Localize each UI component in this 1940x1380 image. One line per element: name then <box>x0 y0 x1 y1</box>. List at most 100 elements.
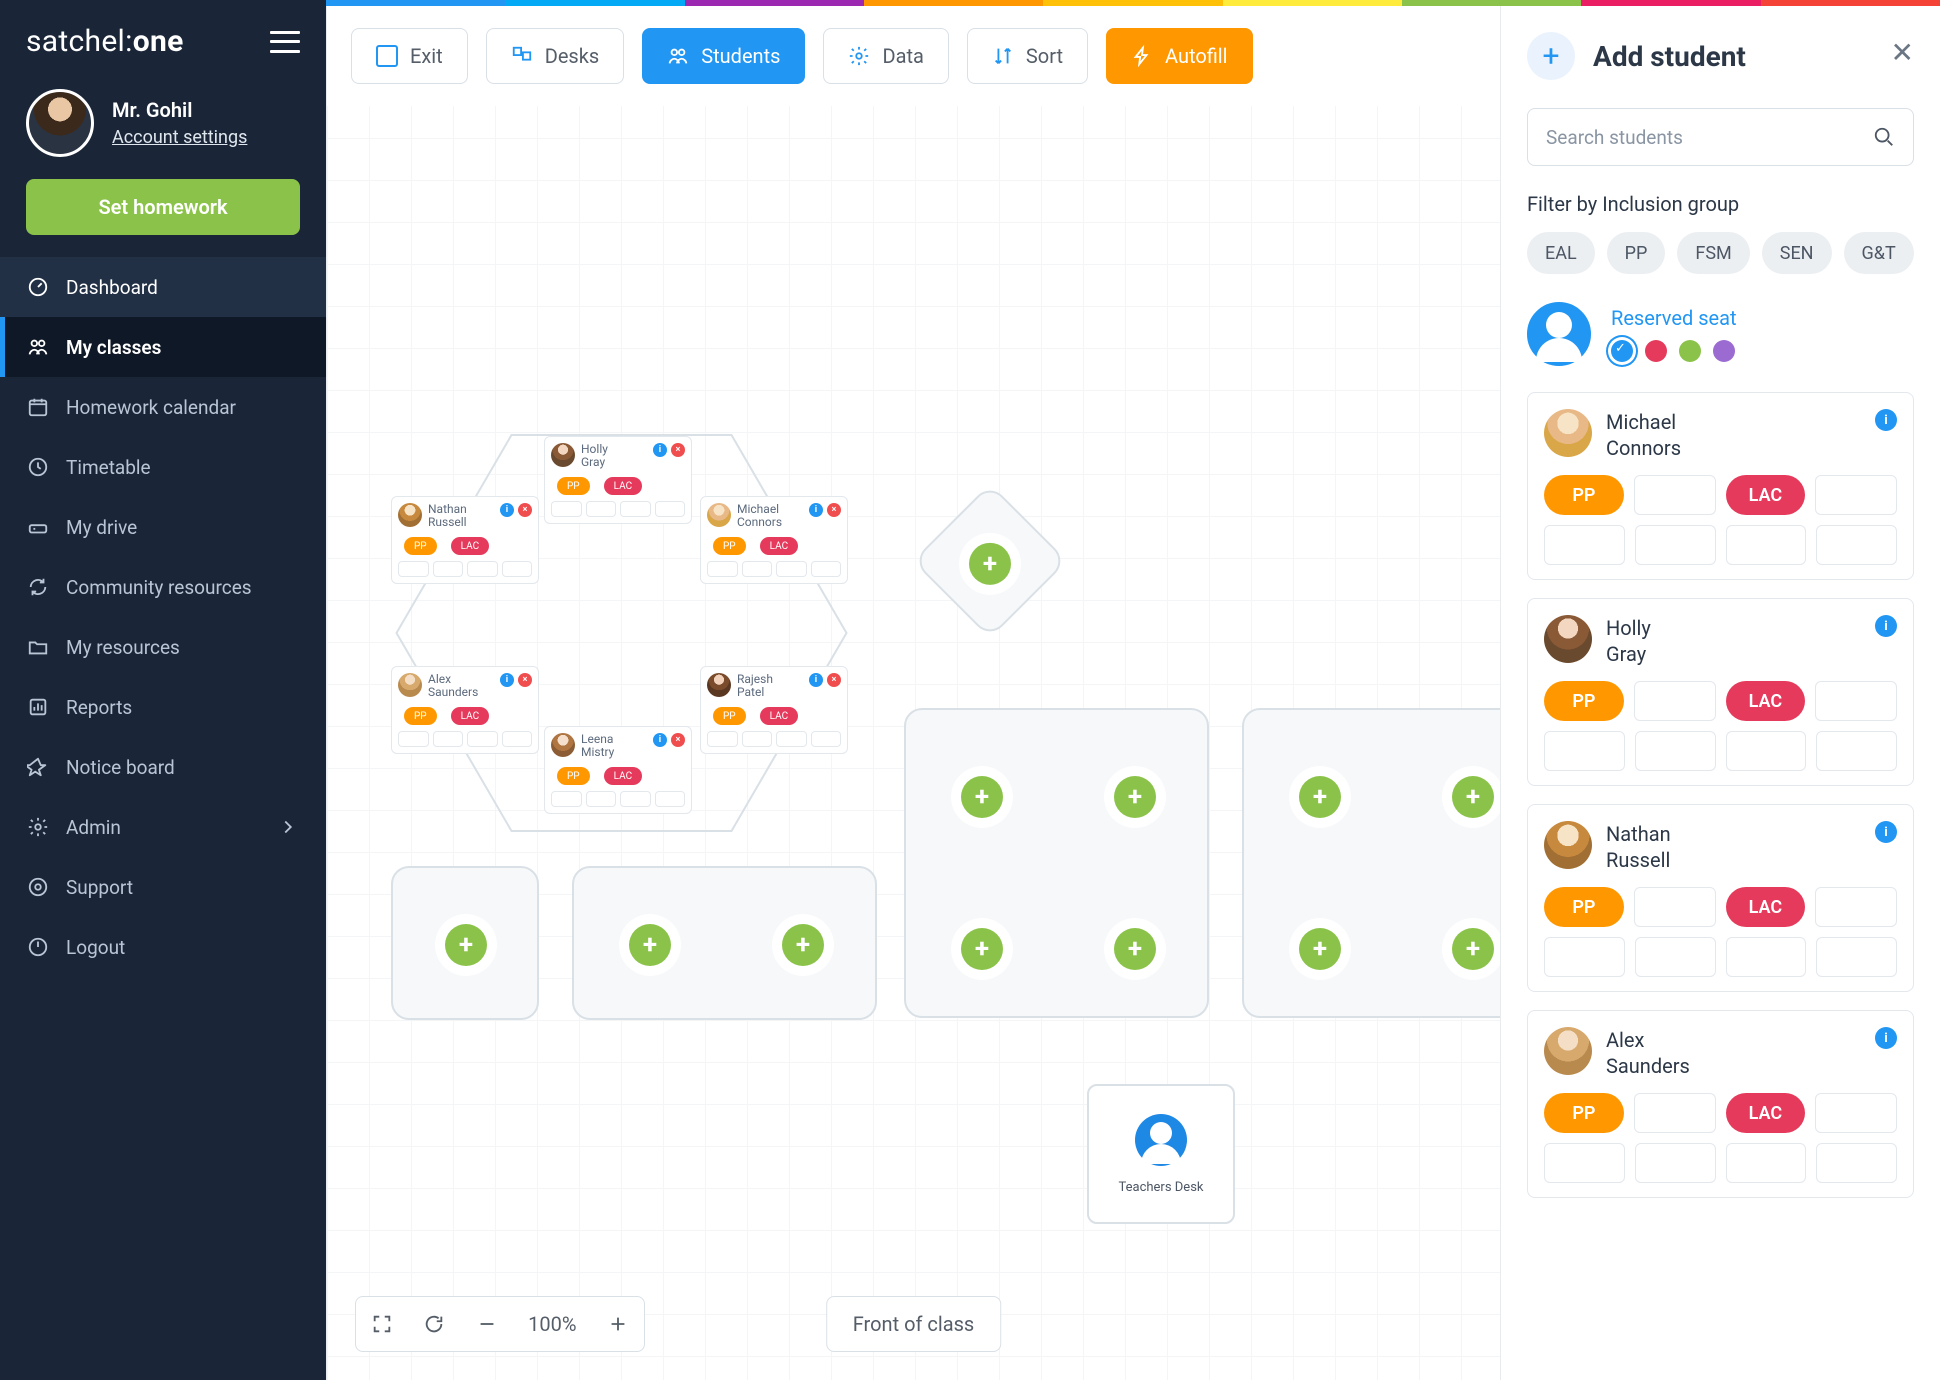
calendar-icon <box>26 395 50 419</box>
nav-reports[interactable]: Reports <box>0 677 326 737</box>
seat-card-nathan-russell[interactable]: NathanRusselli× PPLAC <box>391 496 539 584</box>
info-icon[interactable]: i <box>1875 615 1897 637</box>
info-icon[interactable]: i <box>653 443 667 457</box>
info-icon[interactable]: i <box>1875 409 1897 431</box>
seat-card-michael-connors[interactable]: MichaelConnorsi× PPLAC <box>700 496 848 584</box>
exit-button[interactable]: Exit <box>351 28 468 84</box>
brand-a: satchel: <box>26 24 133 59</box>
add-seat-button[interactable]: + <box>961 928 1003 970</box>
reserved-color-purple[interactable] <box>1713 340 1735 362</box>
info-icon[interactable]: i <box>500 503 514 517</box>
reserved-color-green[interactable] <box>1679 340 1701 362</box>
filter-pill-gt[interactable]: G&T <box>1844 232 1914 274</box>
pp-badge: PP <box>404 537 437 555</box>
info-icon[interactable]: i <box>653 733 667 747</box>
seat-card-rajesh-patel[interactable]: RajeshPateli× PPLAC <box>700 666 848 754</box>
remove-icon[interactable]: × <box>671 733 685 747</box>
students-button[interactable]: Students <box>642 28 805 84</box>
nav-my-resources[interactable]: My resources <box>0 617 326 677</box>
nav-support[interactable]: Support <box>0 857 326 917</box>
exit-icon <box>376 45 398 67</box>
desk-empty-small-1[interactable]: + <box>391 866 539 1020</box>
info-icon[interactable]: i <box>809 503 823 517</box>
lac-badge: LAC <box>1726 887 1806 927</box>
nav-label: Logout <box>66 936 125 959</box>
filter-pill-sen[interactable]: SEN <box>1762 232 1832 274</box>
add-seat-button[interactable]: + <box>782 924 824 966</box>
btn-label: Desks <box>545 44 600 68</box>
add-seat-button[interactable]: + <box>445 924 487 966</box>
info-icon[interactable]: i <box>809 673 823 687</box>
add-seat-button[interactable]: + <box>1299 928 1341 970</box>
filter-pill-pp[interactable]: PP <box>1607 232 1666 274</box>
nav-logout[interactable]: Logout <box>0 917 326 977</box>
desk-empty-large-1[interactable]: + + + + <box>904 708 1209 1018</box>
btn-label: Data <box>882 44 923 68</box>
students-icon <box>667 45 689 67</box>
filter-pill-eal[interactable]: EAL <box>1527 232 1595 274</box>
desks-button[interactable]: Desks <box>486 28 625 84</box>
remove-icon[interactable]: × <box>518 503 532 517</box>
btn-label: Exit <box>410 44 443 68</box>
set-homework-button[interactable]: Set homework <box>26 179 300 235</box>
reserved-color-red[interactable] <box>1645 340 1667 362</box>
close-panel-icon[interactable]: ✕ <box>1891 36 1914 69</box>
add-seat-button[interactable]: + <box>629 924 671 966</box>
btn-label: Sort <box>1026 44 1063 68</box>
sort-button[interactable]: Sort <box>967 28 1088 84</box>
desk-empty-wide[interactable]: + + <box>572 866 877 1020</box>
student-card-holly-gray[interactable]: HollyGrayi PPLAC <box>1527 598 1914 786</box>
search-students-input[interactable]: Search students <box>1527 108 1914 166</box>
filter-pill-fsm[interactable]: FSM <box>1677 232 1749 274</box>
student-card-nathan-russell[interactable]: NathanRusselli PPLAC <box>1527 804 1914 992</box>
reserved-avatar[interactable] <box>1527 302 1591 366</box>
desk-empty-diamond[interactable]: + <box>912 483 1068 639</box>
autofill-button[interactable]: Autofill <box>1106 28 1253 84</box>
lac-badge: LAC <box>1726 1093 1806 1133</box>
student-card-alex-saunders[interactable]: AlexSaundersi PPLAC <box>1527 1010 1914 1198</box>
account-settings-link[interactable]: Account settings <box>112 127 247 148</box>
nav-homework-calendar[interactable]: Homework calendar <box>0 377 326 437</box>
teacher-desk[interactable]: Teachers Desk <box>1087 1084 1235 1224</box>
reserved-color-blue[interactable] <box>1611 340 1633 362</box>
add-seat-button[interactable]: + <box>1114 928 1156 970</box>
logout-icon <box>26 935 50 959</box>
add-seat-button[interactable]: + <box>1452 776 1494 818</box>
seat-card-holly-gray[interactable]: HollyGrayi× PPLAC <box>544 436 692 524</box>
info-icon[interactable]: i <box>500 673 514 687</box>
add-seat-button[interactable]: + <box>1452 928 1494 970</box>
zoom-out-icon[interactable] <box>476 1313 498 1335</box>
data-button[interactable]: Data <box>823 28 948 84</box>
menu-toggle-icon[interactable] <box>270 31 300 53</box>
zoom-in-icon[interactable] <box>607 1313 629 1335</box>
pp-badge: PP <box>713 537 746 555</box>
add-seat-button[interactable]: + <box>969 543 1011 585</box>
nav-community-resources[interactable]: Community resources <box>0 557 326 617</box>
nav-timetable[interactable]: Timetable <box>0 437 326 497</box>
remove-icon[interactable]: × <box>518 673 532 687</box>
seating-canvas[interactable]: Exit Desks Students Data Sort Autofill H… <box>326 6 1500 1380</box>
add-seat-button[interactable]: + <box>961 776 1003 818</box>
student-card-michael-connors[interactable]: MichaelConnorsi PPLAC <box>1527 392 1914 580</box>
nav-my-drive[interactable]: My drive <box>0 497 326 557</box>
remove-icon[interactable]: × <box>827 503 841 517</box>
user-avatar[interactable] <box>26 89 94 157</box>
info-icon[interactable]: i <box>1875 821 1897 843</box>
seat-card-alex-saunders[interactable]: AlexSaundersi× PPLAC <box>391 666 539 754</box>
nav-notice-board[interactable]: Notice board <box>0 737 326 797</box>
nav-admin[interactable]: Admin <box>0 797 326 857</box>
remove-icon[interactable]: × <box>671 443 685 457</box>
fullscreen-icon[interactable] <box>371 1313 393 1335</box>
pp-badge: PP <box>713 707 746 725</box>
nav-dashboard[interactable]: Dashboard <box>0 257 326 317</box>
reserved-seat-link[interactable]: Reserved seat <box>1611 306 1737 330</box>
nav-my-classes[interactable]: My classes <box>0 317 326 377</box>
nav-label: Notice board <box>66 756 175 779</box>
seat-card-leena-mistry[interactable]: LeenaMistryi× PPLAC <box>544 726 692 814</box>
add-seat-button[interactable]: + <box>1299 776 1341 818</box>
search-placeholder: Search students <box>1546 126 1683 149</box>
add-seat-button[interactable]: + <box>1114 776 1156 818</box>
remove-icon[interactable]: × <box>827 673 841 687</box>
info-icon[interactable]: i <box>1875 1027 1897 1049</box>
rotate-icon[interactable] <box>423 1313 445 1335</box>
